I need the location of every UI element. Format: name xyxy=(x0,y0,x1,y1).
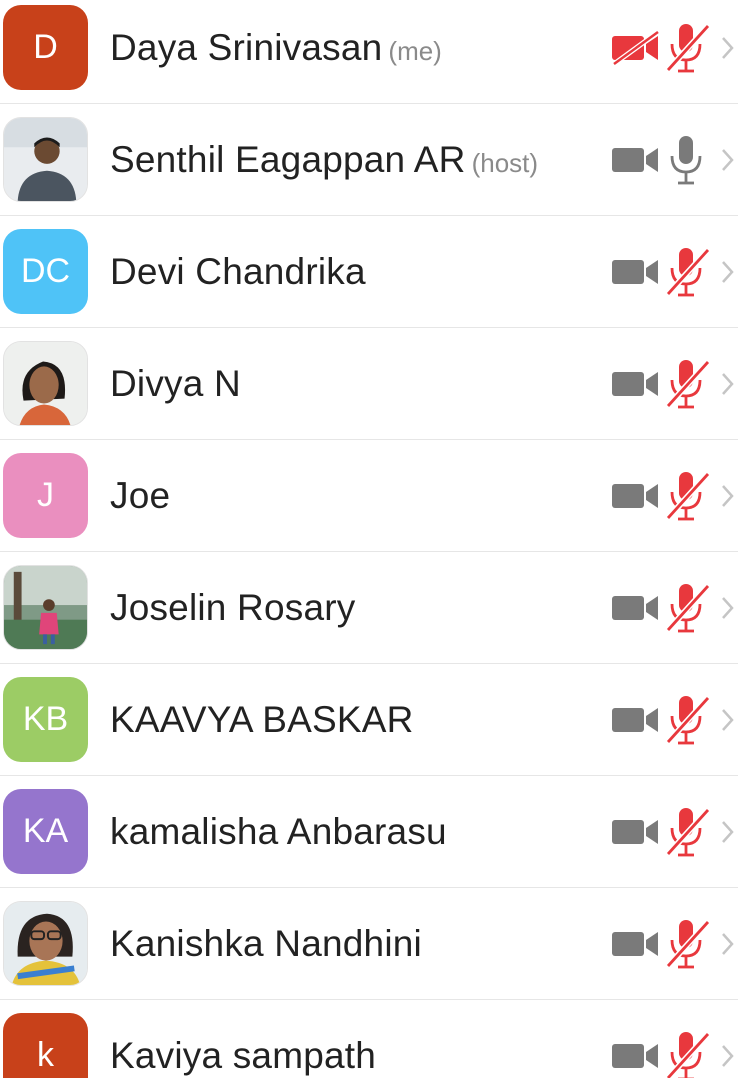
avatar xyxy=(3,341,88,426)
mic-muted-icon[interactable] xyxy=(662,916,712,972)
participant-row[interactable]: Joselin Rosary xyxy=(0,552,738,664)
chevron-right-icon[interactable] xyxy=(719,706,737,734)
chevron-right-icon[interactable] xyxy=(719,146,737,174)
participant-row[interactable]: Senthil Eagappan AR (host) xyxy=(0,104,738,216)
video-camera-icon[interactable] xyxy=(610,588,662,628)
participant-name-group: Divya N xyxy=(110,363,241,405)
participant-row[interactable]: k Kaviya sampath xyxy=(0,1000,738,1078)
chevron-right-icon[interactable] xyxy=(719,258,737,286)
participant-name-group: KAAVYA BASKAR xyxy=(110,699,414,741)
video-camera-icon[interactable] xyxy=(610,924,662,964)
user-photo-icon xyxy=(4,118,87,201)
participant-name: Kaviya sampath xyxy=(110,1034,377,1076)
participant-name-group: Devi Chandrika xyxy=(110,251,366,293)
chevron-right-icon[interactable] xyxy=(719,930,737,958)
video-camera-icon[interactable] xyxy=(610,812,662,852)
avatar xyxy=(3,901,88,986)
participant-name: Kanishka Nandhini xyxy=(110,922,422,964)
user-photo-icon xyxy=(4,342,87,425)
participant-name-group: Senthil Eagappan AR (host) xyxy=(110,139,538,181)
participant-name-group: Kanishka Nandhini xyxy=(110,923,422,965)
mic-muted-icon[interactable] xyxy=(662,580,712,636)
mic-muted-icon[interactable] xyxy=(662,244,712,300)
microphone-icon[interactable] xyxy=(662,132,712,188)
video-camera-icon[interactable] xyxy=(610,476,662,516)
video-camera-icon[interactable] xyxy=(610,1036,662,1076)
mic-muted-icon[interactable] xyxy=(662,468,712,524)
avatar: k xyxy=(3,1013,88,1078)
avatar: KB xyxy=(3,677,88,762)
participant-name-group: Joselin Rosary xyxy=(110,587,355,629)
participant-name: Divya N xyxy=(110,362,241,404)
participant-name: Devi Chandrika xyxy=(110,250,366,292)
mic-muted-icon[interactable] xyxy=(662,1028,712,1078)
participant-name-group: Kaviya sampath xyxy=(110,1035,376,1077)
participant-name: Senthil Eagappan AR xyxy=(110,138,466,180)
avatar: D xyxy=(3,5,88,90)
participant-name: KAAVYA BASKAR xyxy=(110,698,414,740)
video-camera-icon[interactable] xyxy=(610,140,662,180)
participant-name: Daya Srinivasan xyxy=(110,26,383,68)
participant-name: Joe xyxy=(110,474,171,516)
mic-muted-icon[interactable] xyxy=(662,692,712,748)
video-camera-icon[interactable] xyxy=(610,364,662,404)
participant-row[interactable]: DC Devi Chandrika xyxy=(0,216,738,328)
host-tag: (host) xyxy=(471,147,539,178)
user-photo-icon xyxy=(4,566,87,649)
video-camera-icon[interactable] xyxy=(610,700,662,740)
me-tag: (me) xyxy=(388,35,442,66)
participant-name: kamalisha Anbarasu xyxy=(110,810,447,852)
mic-muted-icon[interactable] xyxy=(662,356,712,412)
participant-name-group: Daya Srinivasan (me) xyxy=(110,27,442,69)
avatar xyxy=(3,565,88,650)
avatar: DC xyxy=(3,229,88,314)
participant-row[interactable]: KA kamalisha Anbarasu xyxy=(0,776,738,888)
participant-name: Joselin Rosary xyxy=(110,586,356,628)
participant-name-group: Joe xyxy=(110,475,170,517)
chevron-right-icon[interactable] xyxy=(719,482,737,510)
chevron-right-icon[interactable] xyxy=(719,1042,737,1070)
chevron-right-icon[interactable] xyxy=(719,594,737,622)
avatar: J xyxy=(3,453,88,538)
avatar: KA xyxy=(3,789,88,874)
participant-row[interactable]: Kanishka Nandhini xyxy=(0,888,738,1000)
chevron-right-icon[interactable] xyxy=(719,34,737,62)
chevron-right-icon[interactable] xyxy=(719,370,737,398)
participant-row[interactable]: KB KAAVYA BASKAR xyxy=(0,664,738,776)
participant-name-group: kamalisha Anbarasu xyxy=(110,811,447,853)
video-off-icon[interactable] xyxy=(610,28,662,68)
user-photo-icon xyxy=(4,902,87,985)
mic-muted-icon[interactable] xyxy=(662,804,712,860)
participants-list: D Daya Srinivasan (me) Senthil Eagappan … xyxy=(0,0,738,1078)
chevron-right-icon[interactable] xyxy=(719,818,737,846)
participant-row[interactable]: Divya N xyxy=(0,328,738,440)
avatar xyxy=(3,117,88,202)
participant-row[interactable]: D Daya Srinivasan (me) xyxy=(0,0,738,104)
participant-row[interactable]: J Joe xyxy=(0,440,738,552)
video-camera-icon[interactable] xyxy=(610,252,662,292)
mic-muted-icon[interactable] xyxy=(662,20,712,76)
